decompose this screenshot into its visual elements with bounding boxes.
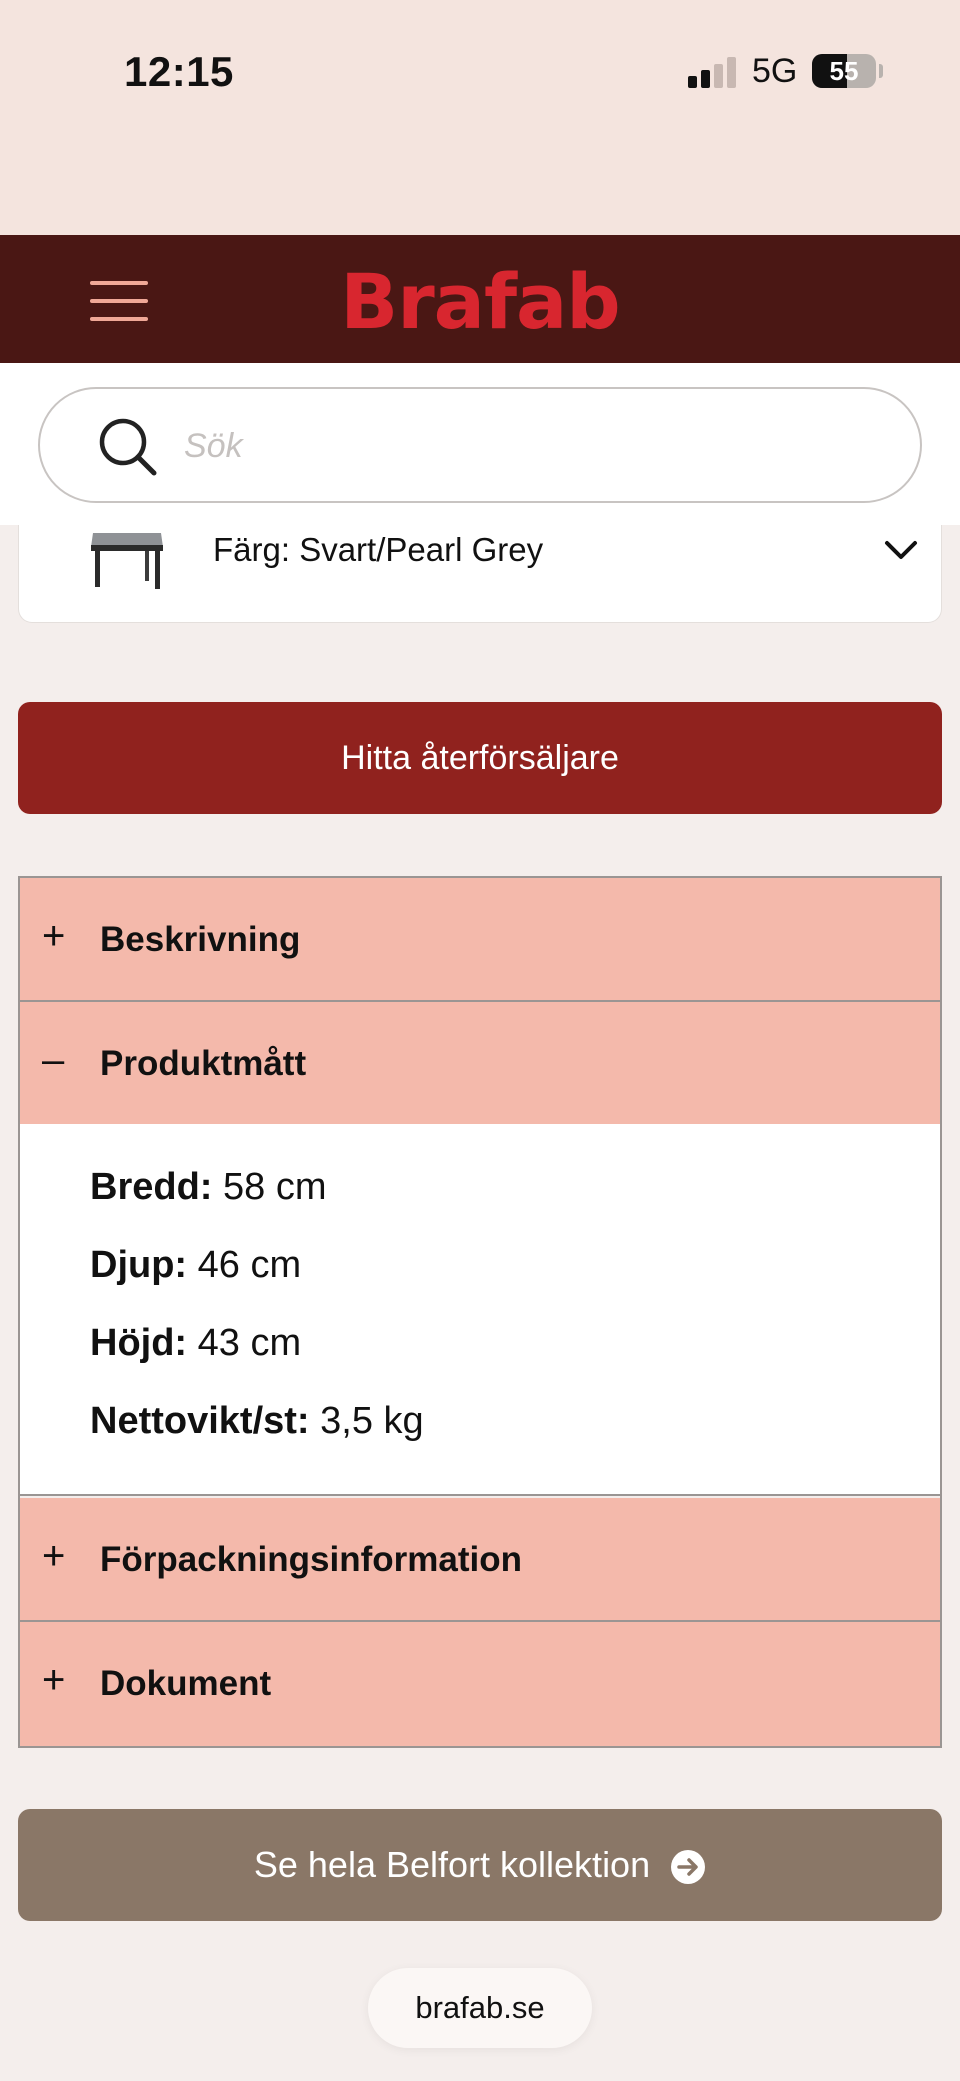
network-type: 5G bbox=[752, 52, 798, 90]
dimension-row: Djup: 46 cm bbox=[90, 1244, 301, 1287]
dimension-label: Nettovikt/st: bbox=[90, 1400, 310, 1442]
accordion-header-description[interactable]: + Beskrivning bbox=[20, 878, 940, 1002]
search-input[interactable] bbox=[184, 409, 884, 483]
dimension-row: Nettovikt/st: 3,5 kg bbox=[90, 1400, 424, 1443]
status-time: 12:15 bbox=[124, 48, 234, 95]
search-area bbox=[0, 363, 960, 525]
battery-level: 55 bbox=[829, 56, 859, 86]
accordion-title: Produktmått bbox=[100, 1044, 307, 1083]
dimension-row: Höjd: 43 cm bbox=[90, 1322, 301, 1365]
accordion-title: Förpackningsinformation bbox=[100, 1540, 522, 1579]
browser-url-bar[interactable]: brafab.se bbox=[368, 1968, 592, 2048]
dimension-value: 3,5 kg bbox=[320, 1400, 424, 1442]
expand-plus-icon: + bbox=[42, 914, 66, 958]
dimension-value: 58 cm bbox=[223, 1166, 327, 1208]
collapse-minus-icon: – bbox=[42, 1038, 65, 1082]
page: 12:15 5G 55 Brafab Sök Färg: Svart/Pearl… bbox=[0, 0, 960, 2081]
accordion-title: Beskrivning bbox=[100, 920, 301, 959]
dimension-value: 43 cm bbox=[197, 1322, 302, 1364]
stool-thumbnail-icon bbox=[91, 533, 163, 589]
color-label: Färg: Svart/Pearl Grey bbox=[213, 531, 544, 568]
dimension-label: Bredd: bbox=[90, 1166, 213, 1208]
search-icon[interactable] bbox=[96, 415, 160, 479]
expand-plus-icon: + bbox=[42, 1658, 66, 1702]
color-selector[interactable]: Färg: Svart/Pearl Grey bbox=[18, 525, 942, 623]
product-accordion: + Beskrivning – Produktmått Bredd: 58 cm… bbox=[18, 876, 942, 1748]
expand-plus-icon: + bbox=[42, 1534, 66, 1578]
site-header: Brafab bbox=[0, 235, 960, 363]
accordion-header-dimensions[interactable]: – Produktmått bbox=[20, 1002, 940, 1126]
cellular-signal-icon bbox=[688, 56, 736, 88]
dimension-value: 46 cm bbox=[197, 1244, 302, 1286]
battery-tip bbox=[879, 64, 883, 78]
accordion-header-packaging[interactable]: + Förpackningsinformation bbox=[20, 1498, 940, 1622]
search-box[interactable] bbox=[38, 387, 922, 503]
dimension-row: Bredd: 58 cm bbox=[90, 1166, 327, 1209]
view-collection-button[interactable]: Se hela Belfort kollektion bbox=[18, 1809, 942, 1921]
battery-icon: 55 bbox=[812, 54, 876, 88]
dimension-label: Djup: bbox=[90, 1244, 188, 1286]
accordion-title: Dokument bbox=[100, 1664, 272, 1703]
dimension-label: Höjd: bbox=[90, 1322, 188, 1364]
find-reseller-button[interactable]: Hitta återförsäljare bbox=[18, 702, 942, 814]
accordion-header-documents[interactable]: + Dokument bbox=[20, 1622, 940, 1746]
status-bar: 12:15 5G 55 bbox=[0, 0, 960, 235]
brand-logo[interactable]: Brafab bbox=[0, 257, 960, 346]
collection-label: Se hela Belfort kollektion bbox=[253, 1844, 651, 1885]
arrow-right-circle-icon bbox=[671, 1850, 706, 1885]
dimensions-panel: Bredd: 58 cm Djup: 46 cm Höjd: 43 cm Net… bbox=[20, 1124, 940, 1496]
chevron-down-icon[interactable] bbox=[883, 537, 919, 563]
